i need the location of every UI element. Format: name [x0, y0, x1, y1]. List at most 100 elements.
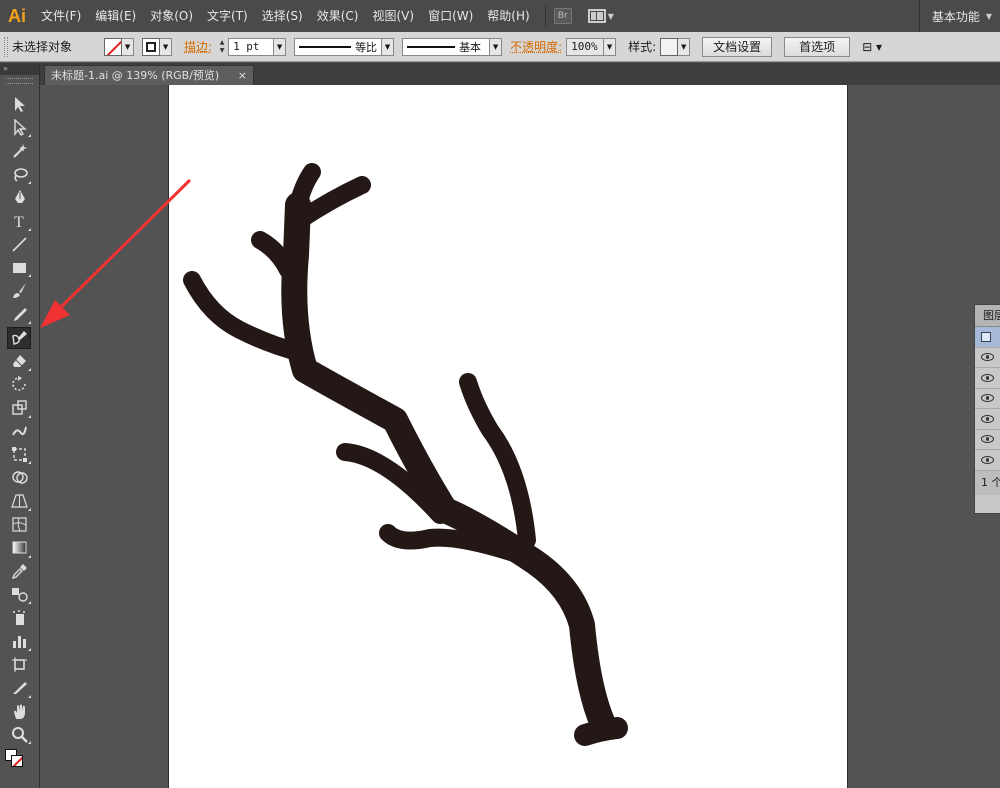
column-graph-tool[interactable] [7, 630, 31, 652]
scale-icon [11, 400, 27, 415]
direct-selection-tool[interactable] [7, 116, 31, 138]
document-setup-button[interactable]: 文档设置 [702, 36, 773, 57]
gradient-tool[interactable] [7, 537, 31, 559]
panel-menu-icon[interactable]: ⊟ ▾ [862, 40, 882, 54]
stroke-panel-link[interactable]: 描边: [184, 38, 212, 55]
menu-type[interactable]: 文字(T) [200, 0, 255, 32]
toolbox-collapse[interactable]: » [0, 63, 39, 75]
close-tab-icon[interactable]: × [238, 66, 247, 86]
graphic-style-dropdown[interactable]: ▼ [678, 37, 691, 56]
menu-bar: Ai 文件(F) 编辑(E) 对象(O) 文字(T) 选择(S) 效果(C) 视… [0, 0, 1000, 32]
arrange-documents-button[interactable]: ▼ [587, 9, 614, 23]
menu-divider [544, 6, 546, 26]
graphic-style-swatch[interactable] [660, 37, 679, 56]
layer-row[interactable] [975, 450, 1000, 471]
blend-icon [11, 587, 28, 602]
layer-target-icon[interactable] [981, 331, 991, 342]
hand-tool[interactable] [7, 700, 31, 722]
blob-brush-icon [11, 331, 27, 345]
perspective-grid-icon [10, 494, 28, 509]
chevron-down-icon: ▼ [607, 11, 614, 21]
menu-edit[interactable]: 编辑(E) [88, 0, 143, 32]
perspective-grid-tool[interactable] [7, 490, 31, 512]
layer-row[interactable] [975, 389, 1000, 409]
paintbrush-icon [12, 283, 26, 299]
eye-icon[interactable] [981, 394, 994, 403]
rectangle-tool[interactable] [7, 256, 31, 278]
opacity-field[interactable]: 100% [566, 37, 605, 56]
shape-builder-tool[interactable] [7, 467, 31, 489]
gradient-icon [12, 541, 26, 554]
scale-tool[interactable] [7, 397, 31, 419]
eyedropper-tool[interactable] [7, 560, 31, 582]
bridge-button[interactable]: Br [553, 8, 572, 24]
zoom-tool[interactable] [7, 723, 31, 745]
eraser-tool[interactable] [7, 350, 31, 372]
workspace-switcher[interactable]: 基本功能 ▼ [918, 0, 1000, 32]
warp-tool[interactable] [7, 420, 31, 442]
document-tab[interactable]: 未标题-1.ai @ 139% (RGB/预览) × [44, 65, 254, 85]
blob-brush-tool[interactable] [7, 326, 31, 349]
free-transform-tool[interactable] [7, 443, 31, 465]
profile-dropdown[interactable]: ▼ [382, 37, 395, 56]
layer-row[interactable] [975, 348, 1000, 368]
lasso-tool[interactable] [7, 163, 31, 185]
menu-object[interactable]: 对象(O) [143, 0, 200, 32]
layer-row[interactable] [975, 368, 1000, 389]
opacity-panel-link[interactable]: 不透明度: [510, 38, 562, 55]
pencil-tool[interactable] [7, 303, 31, 325]
selection-tool[interactable] [7, 93, 31, 115]
stroke-swatch[interactable] [142, 37, 161, 56]
stroke-weight-field[interactable]: 1 pt [228, 37, 275, 56]
menu-select[interactable]: 选择(S) [255, 0, 310, 32]
eye-icon[interactable] [981, 414, 994, 423]
mesh-tool[interactable] [7, 513, 31, 535]
eye-icon[interactable] [981, 373, 994, 382]
menu-file[interactable]: 文件(F) [34, 0, 88, 32]
control-bar-grip[interactable] [4, 36, 8, 57]
paintbrush-tool[interactable] [7, 280, 31, 302]
magic-wand-tool[interactable] [7, 140, 31, 162]
blend-tool[interactable] [7, 583, 31, 605]
fill-stroke-swatches[interactable] [5, 748, 33, 771]
brush-dropdown[interactable]: ▼ [490, 37, 503, 56]
menu-effect[interactable]: 效果(C) [310, 0, 366, 32]
preferences-button[interactable]: 首选项 [784, 36, 851, 57]
layers-panel-title[interactable]: 图层 [975, 305, 1000, 327]
toolbox: » T [0, 63, 40, 788]
layers-count: 1 个图层 [975, 470, 1000, 495]
workspace-label: 基本功能 [931, 9, 980, 24]
hand-icon [13, 704, 25, 719]
stroke-dropdown[interactable]: ▼ [160, 37, 173, 56]
pen-icon [14, 189, 25, 203]
layer-row-selected[interactable] [975, 327, 1000, 348]
eye-icon[interactable] [981, 353, 994, 362]
toolbox-grip[interactable] [6, 78, 33, 84]
zoom-icon [11, 726, 28, 743]
stroke-weight-dropdown[interactable]: ▼ [274, 37, 287, 56]
chevron-down-icon: ▼ [985, 11, 992, 21]
menu-help[interactable]: 帮助(H) [480, 0, 536, 32]
menu-view[interactable]: 视图(V) [365, 0, 421, 32]
artboard-tool[interactable] [7, 653, 31, 675]
variable-width-profile[interactable]: 等比 [294, 37, 383, 56]
type-tool[interactable]: T [7, 210, 31, 232]
slice-icon [12, 682, 27, 695]
fill-dropdown[interactable]: ▼ [122, 37, 135, 56]
selection-icon [14, 96, 25, 112]
brush-definition[interactable]: 基本 [402, 37, 491, 56]
eye-icon[interactable] [981, 455, 994, 464]
slice-tool[interactable] [7, 677, 31, 699]
symbol-sprayer-tool[interactable] [7, 607, 31, 629]
opacity-dropdown[interactable]: ▼ [604, 37, 617, 56]
pen-tool[interactable] [7, 186, 31, 208]
eye-icon[interactable] [981, 435, 994, 444]
rotate-tool[interactable] [7, 373, 31, 395]
line-segment-tool[interactable] [7, 233, 31, 255]
artboard[interactable] [169, 85, 847, 788]
stroke-weight-stepper[interactable]: ▲ ▼ [216, 38, 228, 56]
menu-window[interactable]: 窗口(W) [421, 0, 480, 32]
layer-row[interactable] [975, 409, 1000, 430]
fill-swatch[interactable] [104, 37, 123, 56]
layer-row[interactable] [975, 430, 1000, 450]
